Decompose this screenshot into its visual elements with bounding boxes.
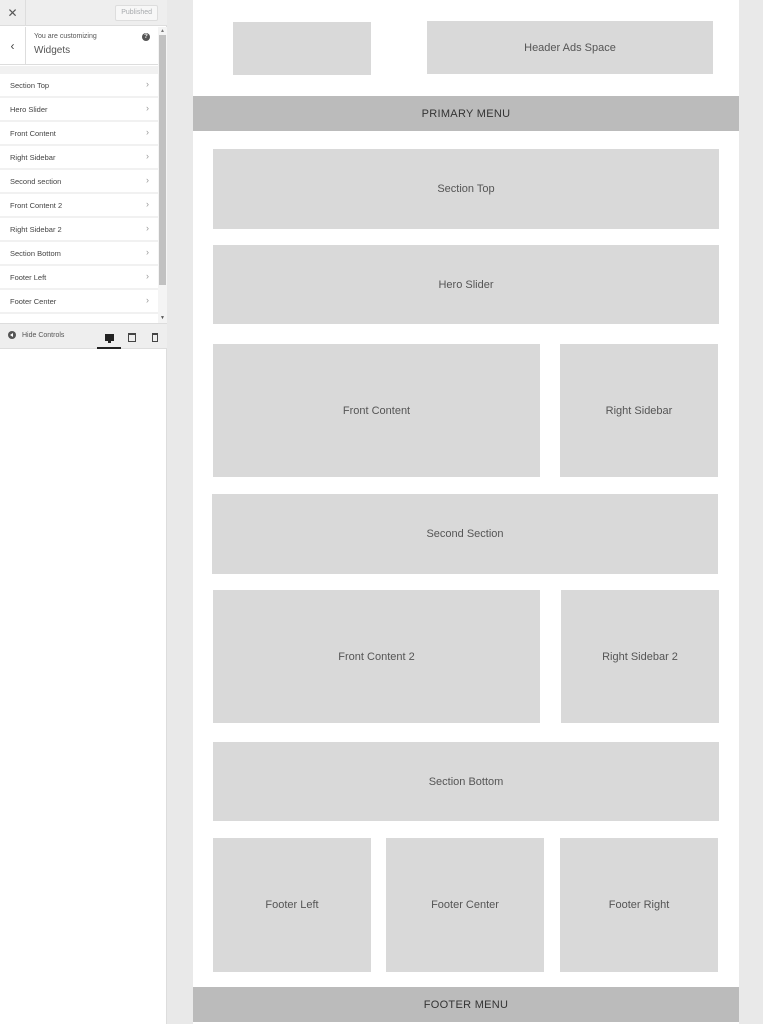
widget-area-list: Section Top › Hero Slider › Front Content ›… [0, 66, 158, 322]
chevron-right-icon: › [146, 79, 149, 89]
scroll-down-arrow-icon[interactable]: ▼ [158, 316, 167, 321]
chevron-right-icon: › [146, 223, 149, 233]
mobile-icon [152, 332, 158, 342]
chevron-right-icon: › [146, 103, 149, 113]
publish-button[interactable]: Published [115, 5, 158, 21]
second-section-widget[interactable]: Second Section [212, 494, 718, 574]
customizer-sidebar: ✕ Published ‹ You are customizing Widget… [0, 0, 167, 1024]
widget-area-section-bottom[interactable]: Section Bottom › [0, 242, 158, 264]
widget-area-footer-right[interactable]: Footer Right › [0, 314, 158, 322]
list-item-label: Section Top [10, 80, 50, 90]
footer-center-widget[interactable]: Footer Center [386, 838, 544, 972]
widget-area-footer-center[interactable]: Footer Center › [0, 290, 158, 312]
list-item-label: Footer Center [10, 296, 57, 306]
list-item-label: Front Content 2 [10, 200, 63, 210]
list-item-label: Right Sidebar 2 [10, 224, 62, 234]
chevron-right-icon: › [146, 151, 149, 161]
close-customizer-button[interactable]: ✕ [0, 0, 26, 26]
panel-heading: ‹ You are customizing Widgets ? [0, 27, 158, 65]
chevron-left-icon: ‹ [10, 39, 15, 53]
active-device-indicator [97, 347, 121, 349]
chevron-right-icon: › [146, 295, 149, 305]
chevron-right-icon: › [146, 319, 149, 322]
preview-tablet-button[interactable] [125, 330, 139, 344]
widget-area-right-sidebar[interactable]: Right Sidebar › [0, 146, 158, 168]
section-bottom-widget[interactable]: Section Bottom [213, 742, 719, 821]
site-preview: Header Ads Space PRIMARY MENU Section To… [193, 0, 739, 1024]
list-item-label: Footer Right [10, 321, 51, 323]
tablet-icon [128, 332, 136, 342]
right-sidebar-widget[interactable]: Right Sidebar [560, 344, 718, 477]
chevron-right-icon: › [146, 175, 149, 185]
customizing-label: You are customizing [34, 33, 97, 40]
chevron-right-icon: › [146, 199, 149, 209]
front-content-2-widget[interactable]: Front Content 2 [213, 590, 540, 723]
section-top-widget[interactable]: Section Top [213, 149, 719, 229]
primary-menu[interactable]: PRIMARY MENU [193, 96, 739, 131]
list-item-label: Front Content [10, 128, 56, 138]
widget-area-section-top[interactable]: Section Top › [0, 74, 158, 96]
customizer-header-bar: ✕ Published [0, 0, 167, 26]
customizer-footer: Hide Controls [0, 323, 167, 349]
header-logo-placeholder[interactable] [233, 22, 371, 75]
widget-area-right-sidebar-2[interactable]: Right Sidebar 2 › [0, 218, 158, 240]
panel-title: Widgets [34, 45, 71, 56]
scrollbar-thumb[interactable] [159, 35, 166, 285]
footer-right-widget[interactable]: Footer Right [560, 838, 718, 972]
chevron-right-icon: › [146, 271, 149, 281]
right-sidebar-2-widget[interactable]: Right Sidebar 2 [561, 590, 719, 723]
scroll-up-arrow-icon[interactable]: ▲ [158, 29, 167, 34]
widget-area-hero-slider[interactable]: Hero Slider › [0, 98, 158, 120]
list-item-label: Second section [10, 176, 62, 186]
list-item-label: Section Bottom [10, 248, 61, 258]
list-item-label: Hero Slider [10, 104, 48, 114]
footer-left-widget[interactable]: Footer Left [213, 838, 371, 972]
chevron-right-icon: › [146, 247, 149, 257]
list-item-label: Footer Left [10, 272, 47, 282]
list-item-label: Right Sidebar [10, 152, 56, 162]
widget-area-front-content[interactable]: Front Content › [0, 122, 158, 144]
panel-scrollbar[interactable]: ▲ ▼ [158, 27, 167, 323]
back-button[interactable]: ‹ [0, 27, 26, 65]
collapse-arrow-icon [8, 331, 16, 339]
header-ads-widget[interactable]: Header Ads Space [427, 21, 713, 74]
widget-area-front-content-2[interactable]: Front Content 2 › [0, 194, 158, 216]
front-content-widget[interactable]: Front Content [213, 344, 540, 477]
hide-controls-label: Hide Controls [22, 331, 65, 339]
hero-slider-widget[interactable]: Hero Slider [213, 245, 719, 324]
chevron-right-icon: › [146, 127, 149, 137]
hide-controls-button[interactable]: Hide Controls [8, 331, 64, 339]
desktop-icon [104, 333, 114, 343]
widget-area-footer-left[interactable]: Footer Left › [0, 266, 158, 288]
help-icon[interactable]: ? [142, 33, 150, 41]
preview-mobile-button[interactable] [148, 330, 162, 344]
close-icon: ✕ [7, 6, 18, 20]
footer-menu[interactable]: FOOTER MENU [193, 987, 739, 1022]
widget-area-second-section[interactable]: Second section › [0, 170, 158, 192]
preview-desktop-button[interactable] [102, 330, 116, 344]
